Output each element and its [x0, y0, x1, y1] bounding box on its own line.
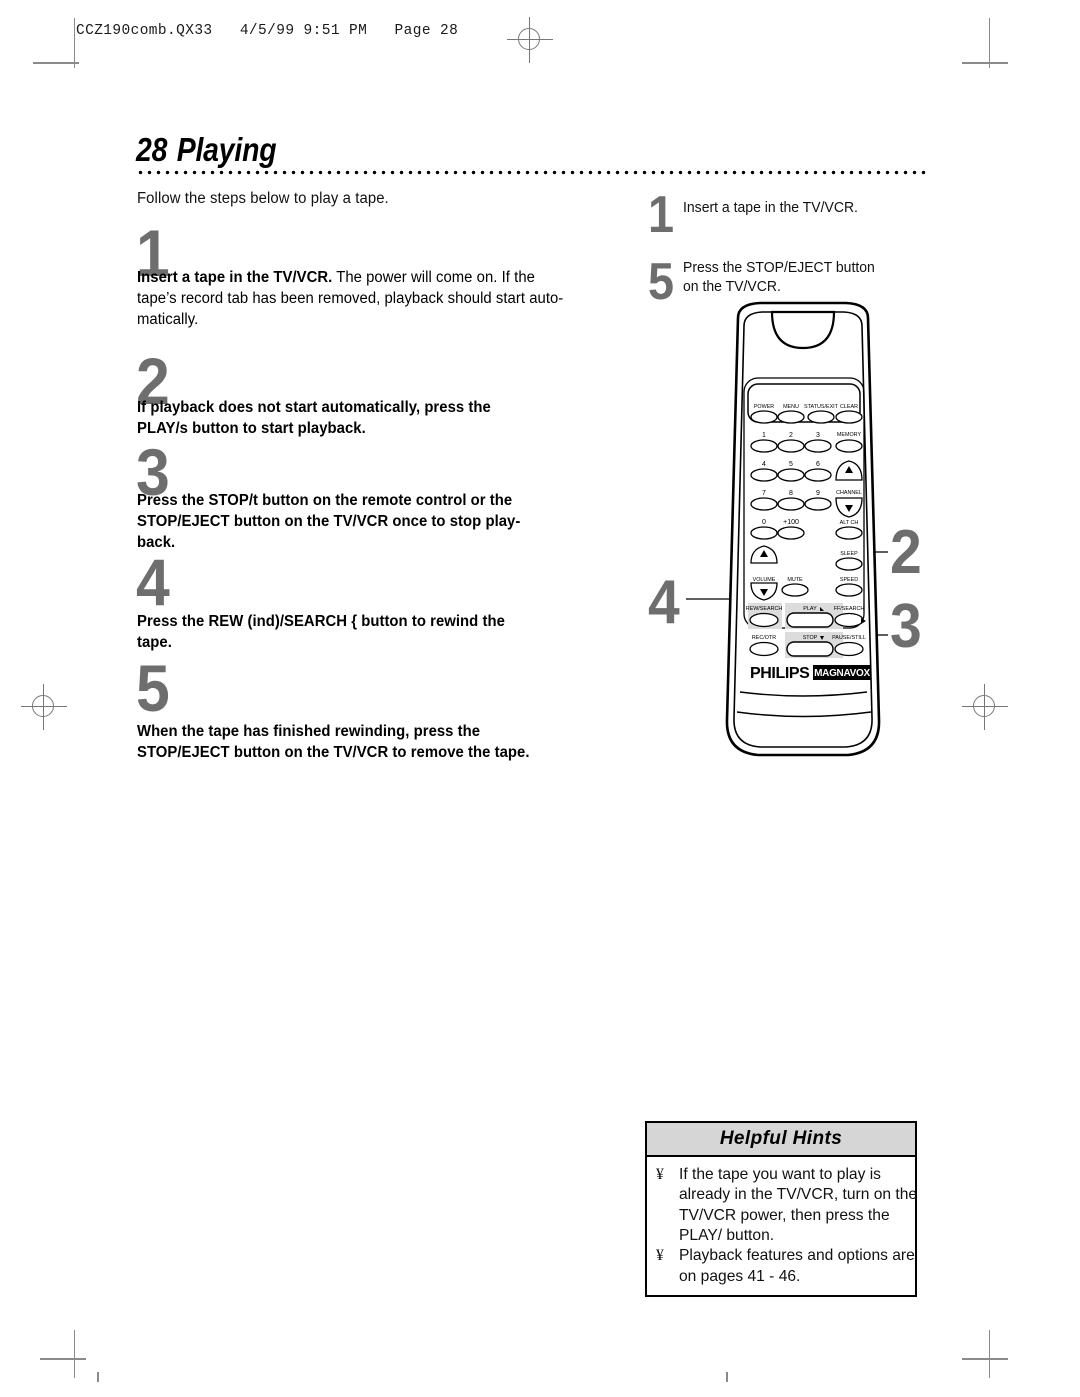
trim-mark-bottom-left — [40, 1358, 86, 1360]
registration-mark-left — [21, 684, 67, 730]
step-1-line-3: matically. — [137, 310, 199, 328]
svg-text:9: 9 — [816, 490, 820, 497]
svg-text:MAGNAVOX: MAGNAVOX — [814, 668, 870, 679]
helpful-hints-box: Helpful Hints ¥ If the tape you want to … — [645, 1121, 917, 1297]
step-2-line-2: PLAY/s button to start playback. — [137, 419, 366, 437]
svg-text:4: 4 — [762, 461, 766, 468]
step-text-5: When the tape has finished rewinding, pr… — [137, 722, 658, 764]
svg-text:PHILIPS: PHILIPS — [750, 665, 810, 682]
helpful-hints-title: Helpful Hints — [647, 1123, 915, 1157]
step-number-5: 5 — [136, 651, 170, 725]
svg-text:5: 5 — [789, 461, 793, 468]
svg-text:MUTE: MUTE — [787, 577, 803, 583]
svg-text:7: 7 — [762, 490, 766, 497]
trim-mark-top-left — [33, 62, 79, 64]
trim-mark-bottom-center-2 — [726, 1372, 728, 1382]
hint-1-line-2: already in the TV/VCR, turn on the — [679, 1186, 918, 1204]
right-step-5-line-2: on the TV/VCR. — [683, 279, 781, 296]
step-text-2: If playback does not start automatically… — [137, 398, 639, 440]
svg-text:+100: +100 — [783, 519, 799, 526]
right-step-number-1: 1 — [648, 186, 674, 244]
svg-text:1: 1 — [762, 432, 766, 439]
hint-1-line-3: TV/VCR power, then press the — [679, 1206, 890, 1224]
svg-text:PLAY: PLAY — [803, 606, 817, 612]
svg-text:CLEAR: CLEAR — [840, 404, 858, 410]
svg-text:STOP: STOP — [803, 635, 818, 641]
step-3-line-2: STOP/EJECT button on the TV/VCR once to … — [137, 512, 521, 530]
step-1-line-2: tape’s record tab has been removed, play… — [137, 289, 564, 307]
svg-text:3: 3 — [816, 432, 820, 439]
svg-text:CHANNEL: CHANNEL — [836, 490, 862, 496]
remote-control-illustration: POWER MENU STATUS/EXIT CLEAR 123 MEMORY … — [660, 300, 950, 770]
step-1-lead: Insert a tape in the TV/VCR. — [137, 269, 333, 286]
hint-2-line-2: on pages 41 - 46. — [679, 1267, 801, 1285]
step-5-line-2: STOP/EJECT button on the TV/VCR to remov… — [137, 743, 530, 761]
right-step-text-1: Insert a tape in the TV/VCR. — [683, 199, 858, 218]
svg-text:6: 6 — [816, 461, 820, 468]
svg-text:0: 0 — [762, 519, 766, 526]
step-4-line-1: Press the REW (ind)/SEARCH { button to r… — [137, 613, 505, 630]
manual-page: CCZ190comb.QX33 4/5/99 9:51 PM Page 28 2… — [0, 0, 1080, 1397]
page-edge-line-left-bottom — [74, 1330, 76, 1378]
step-text-3: Press the STOP/t button on the remote co… — [137, 491, 648, 554]
step-3-line-1: Press the STOP/t button on the remote co… — [137, 492, 513, 509]
right-step-text-5: Press the STOP/EJECT button on the TV/VC… — [683, 259, 875, 298]
step-5-line-1: When the tape has finished rewinding, pr… — [137, 723, 481, 740]
svg-text:STATUS/EXIT: STATUS/EXIT — [804, 404, 839, 410]
hint-1-line-1: If the tape you want to play is — [679, 1166, 881, 1183]
title-dotted-rule — [136, 170, 930, 175]
svg-text:REW/SEARCH: REW/SEARCH — [746, 606, 783, 612]
svg-text:MENU: MENU — [783, 404, 799, 410]
registration-mark-right — [962, 684, 1008, 730]
hint-bullet-icon-2: ¥ — [656, 1247, 664, 1265]
intro-text: Follow the steps below to play a tape. — [137, 190, 389, 207]
right-step-1-line-1: Insert a tape in the TV/VCR. — [683, 200, 858, 216]
page-edge-line-right — [989, 18, 991, 68]
svg-text:MEMORY: MEMORY — [837, 432, 862, 438]
step-4-line-2: tape. — [137, 633, 172, 651]
hint-item-1: ¥ If the tape you want to play is alread… — [647, 1165, 918, 1246]
hint-bullet-icon-1: ¥ — [656, 1166, 664, 1183]
page-title-number: 28 — [136, 131, 168, 168]
step-1-line-1: The power will come on. If the — [332, 269, 535, 286]
hint-item-2: ¥ Playback features and options are on p… — [647, 1246, 915, 1287]
right-step-5-line-1: Press the STOP/EJECT button — [683, 260, 875, 276]
svg-text:8: 8 — [789, 490, 793, 497]
page-edge-line-right-bottom — [989, 1330, 991, 1378]
svg-text:FF/SEARCH: FF/SEARCH — [834, 606, 865, 612]
svg-text:PAUSE/STILL: PAUSE/STILL — [832, 635, 866, 641]
trim-mark-top-right — [962, 62, 1008, 64]
hint-1-line-4: PLAY/ button. — [679, 1227, 775, 1245]
page-title: 28 Playing — [136, 131, 277, 169]
step-number-4: 4 — [136, 545, 170, 619]
svg-text:SPEED: SPEED — [840, 577, 858, 583]
trim-mark-bottom-center — [97, 1372, 99, 1382]
page-title-heading: Playing — [176, 131, 277, 168]
registration-mark-top — [507, 17, 553, 63]
svg-text:VOLUME: VOLUME — [753, 577, 776, 583]
svg-text:ALT CH: ALT CH — [840, 520, 859, 526]
step-2-line-1: If playback does not start automatically… — [137, 399, 491, 416]
header-slug: CCZ190comb.QX33 4/5/99 9:51 PM Page 28 — [76, 23, 459, 39]
step-text-1: Insert a tape in the TV/VCR. The power w… — [137, 268, 639, 331]
svg-text:SLEEP: SLEEP — [840, 551, 858, 557]
step-text-4: Press the REW (ind)/SEARCH { button to r… — [137, 612, 639, 654]
svg-text:REC/OTR: REC/OTR — [752, 635, 776, 641]
svg-text:2: 2 — [789, 432, 793, 439]
trim-mark-bottom-right — [962, 1358, 1008, 1360]
right-step-number-5: 5 — [648, 253, 674, 311]
svg-text:POWER: POWER — [754, 404, 774, 410]
hint-2-line-1: Playback features and options are — [679, 1247, 915, 1265]
helpful-hints-body: ¥ If the tape you want to play is alread… — [647, 1157, 918, 1287]
